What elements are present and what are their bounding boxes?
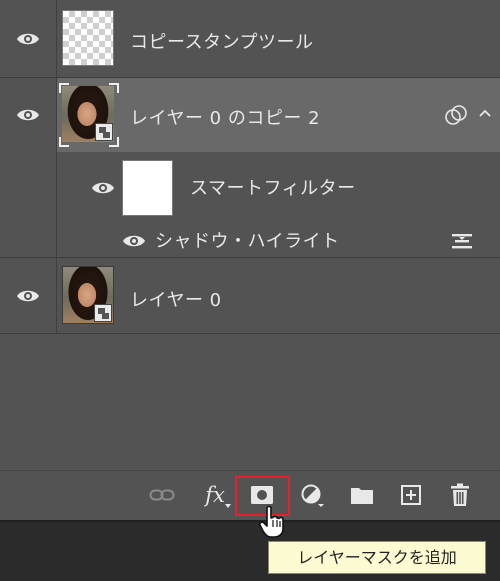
layer-name[interactable]: レイヤー 0 — [130, 286, 222, 312]
adjustment-icon — [301, 484, 324, 507]
dropdown-arrow-icon — [225, 504, 231, 508]
layer-thumbnail — [62, 266, 114, 324]
layers-panel: コピースタンプツール レイヤー 0 のコピー 2 スマートフィルター シャドウ・… — [0, 0, 500, 520]
smart-filter-row[interactable]: スマートフィルター — [0, 152, 500, 224]
eye-icon[interactable] — [91, 180, 115, 196]
adjustment-layer-button[interactable] — [298, 481, 326, 509]
new-layer-button[interactable] — [397, 481, 425, 509]
selection-corner — [59, 137, 69, 147]
visibility-column — [0, 224, 57, 257]
selection-corner — [59, 83, 69, 93]
eye-icon[interactable] — [16, 107, 40, 123]
expand-chevron-icon[interactable] — [478, 108, 492, 118]
eye-icon[interactable] — [122, 233, 146, 249]
selection-corner — [109, 137, 119, 147]
delete-layer-button[interactable] — [446, 481, 474, 509]
filter-effects-icon — [445, 105, 467, 125]
new-layer-icon — [401, 485, 421, 505]
cursor-hand-icon — [259, 505, 284, 538]
folder-icon — [351, 488, 373, 504]
tooltip: レイヤーマスクを追加 — [268, 541, 486, 574]
visibility-column — [0, 152, 57, 224]
layer-row-stamp[interactable]: コピースタンプツール — [0, 0, 500, 78]
fx-icon: fx — [205, 483, 225, 507]
layer-thumbnail — [62, 10, 114, 66]
filter-row-shadow-highlight[interactable]: シャドウ・ハイライト — [0, 224, 500, 258]
filter-options-icon[interactable] — [450, 232, 474, 252]
trash-icon — [451, 483, 469, 506]
eye-icon[interactable] — [16, 31, 40, 47]
layer-row-copy[interactable]: レイヤー 0 のコピー 2 — [0, 78, 500, 152]
smart-object-icon — [94, 304, 112, 322]
link-layers-button[interactable] — [148, 481, 176, 509]
filter-name[interactable]: シャドウ・ハイライト — [155, 227, 340, 253]
filter-mask-thumbnail[interactable] — [122, 160, 173, 216]
layer-thumbnail — [62, 86, 114, 142]
smart-filter-label: スマートフィルター — [190, 178, 356, 199]
layer-name[interactable]: レイヤー 0 のコピー 2 — [130, 104, 320, 130]
link-icon — [149, 489, 175, 501]
fx-button[interactable]: fx — [198, 481, 232, 509]
selection-corner — [109, 83, 119, 93]
layer-row-layer0[interactable]: レイヤー 0 — [0, 258, 500, 334]
layer-name[interactable]: コピースタンプツール — [130, 28, 314, 54]
eye-icon[interactable] — [16, 288, 40, 304]
new-group-button[interactable] — [348, 481, 376, 509]
